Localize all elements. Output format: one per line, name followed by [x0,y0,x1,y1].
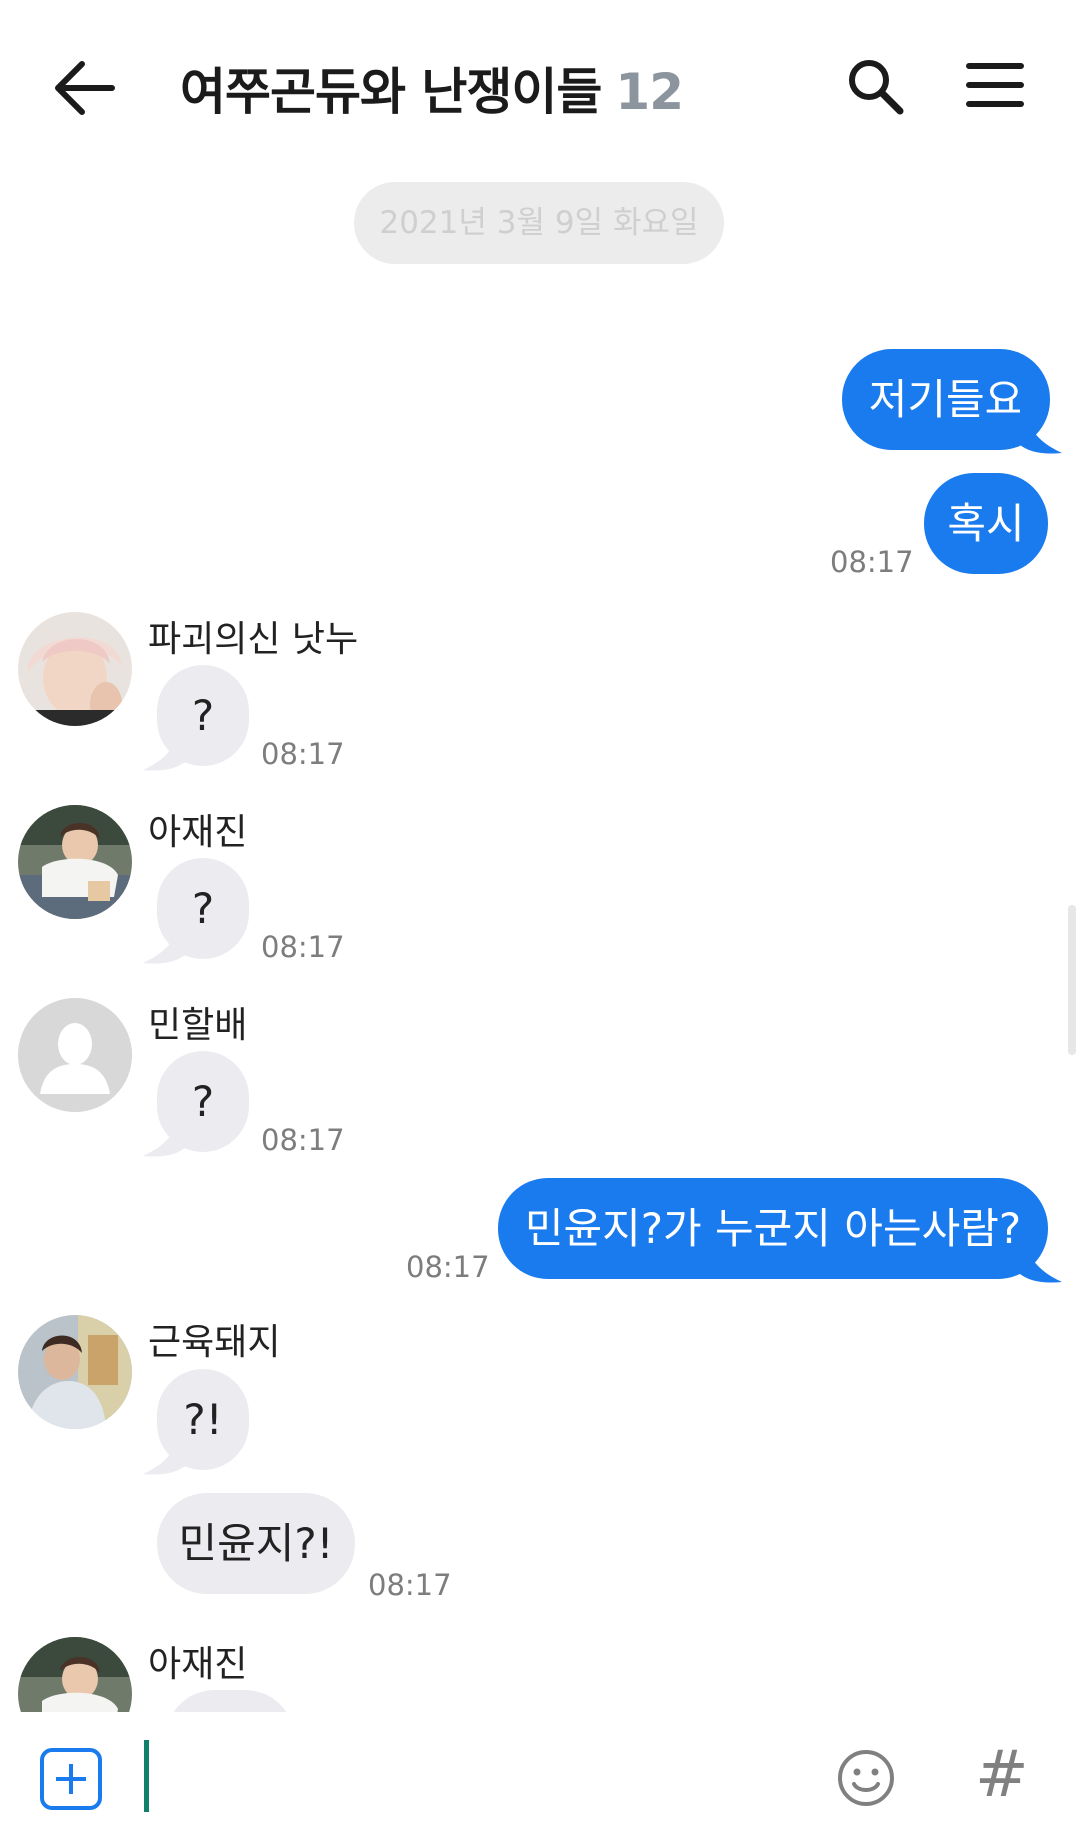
bubble-tail [143,1108,185,1157]
message-text: ? [191,883,215,933]
date-divider: 2021년 3월 9일 화요일 [354,182,724,264]
member-count: 12 [615,63,684,121]
bubble-tail [1020,405,1062,454]
message-input[interactable] [160,1740,804,1814]
bubble-tail [143,722,185,771]
message-text: 혹시 [947,498,1025,548]
message-text: ? [191,690,215,740]
my-message-bubble[interactable]: 혹시 [924,473,1048,574]
message-time: 08:17 [261,1123,345,1157]
search-icon [849,60,904,115]
message-text: 민윤지?! [178,1518,334,1568]
sender-name: 아재진 [148,1644,248,1685]
message-time: 08:17 [368,1568,452,1602]
add-attachment-button[interactable] [40,1748,102,1810]
text-cursor [144,1740,149,1812]
message-text: ? [191,1076,215,1126]
message-time: 08:17 [406,1250,490,1284]
bubble-tail [143,1426,185,1475]
hamburger-menu-icon [966,63,1024,107]
hashtag-button[interactable]: # [975,1738,1029,1812]
smiley-icon [838,1750,894,1806]
avatar[interactable] [18,998,132,1112]
search-button[interactable] [845,56,905,116]
emoji-button[interactable] [836,1748,896,1808]
profile-photo [18,1315,132,1429]
my-message-bubble[interactable]: 저기들요 [842,349,1050,450]
chat-room-title: 여쭈곤듀와 난쟁이들 12 [180,52,684,124]
message-time: 08:17 [261,737,345,771]
message-text: 저기들요 [868,374,1024,424]
scrollbar[interactable] [1068,905,1076,1055]
avatar[interactable] [18,612,132,726]
bubble-tail [143,915,185,964]
avatar[interactable] [18,805,132,919]
profile-photo [18,612,132,726]
message-time: 08:17 [830,545,914,579]
sender-name: 민할배 [148,1005,248,1046]
other-message-bubble[interactable]: 민윤지?! [157,1493,355,1594]
profile-photo [18,805,132,919]
sender-name: 파괴의신 낫누 [148,619,359,660]
sender-name: 근육돼지 [148,1322,281,1363]
message-time: 08:17 [261,930,345,964]
chat-header: 여쭈곤듀와 난쟁이들 12 [0,0,1080,170]
chat-room-name: 여쭈곤듀와 난쟁이들 [180,63,602,121]
message-text: ?! [183,1394,223,1444]
sender-name: 아재진 [148,812,248,853]
message-text: 민윤지?가 누군지 아는사람? [524,1203,1022,1253]
back-button[interactable] [52,58,122,118]
arrow-left-icon [55,61,115,115]
menu-button[interactable] [965,60,1025,110]
default-profile-icon [18,998,132,1112]
avatar[interactable] [18,1315,132,1429]
bubble-tail [1020,1234,1062,1283]
my-message-bubble[interactable]: 민윤지?가 누군지 아는사람? [498,1178,1048,1279]
